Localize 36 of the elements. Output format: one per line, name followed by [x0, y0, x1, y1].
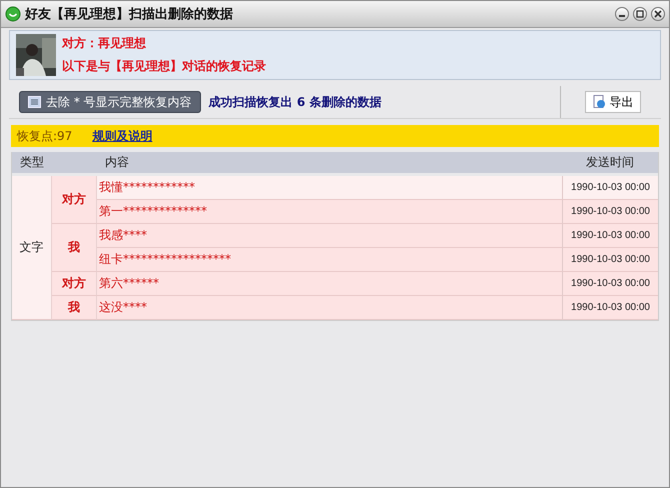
- close-icon: [654, 10, 662, 18]
- record-subtitle: 以下是与【再见理想】对话的恢复记录: [62, 58, 266, 75]
- table-cell[interactable]: 1990-10-03 00:00: [562, 176, 658, 200]
- contact-name: 对方：再见理想: [62, 35, 147, 52]
- column-header: 发送时间: [562, 152, 658, 173]
- table-cell[interactable]: 第六******: [97, 272, 562, 296]
- table-cell[interactable]: 1990-10-03 00:00: [562, 248, 658, 272]
- toggle-button[interactable]: 去除 * 号显示完整恢复内容: [19, 91, 201, 113]
- table-cell[interactable]: 我感****: [97, 224, 562, 248]
- table-cell[interactable]: 纽卡******************: [97, 248, 562, 272]
- table-cell[interactable]: 这没****: [97, 296, 562, 320]
- table-cell[interactable]: 1990-10-03 00:00: [562, 224, 658, 248]
- recovery-point: 恢复点:97: [17, 128, 72, 144]
- table-cell: 我: [52, 296, 97, 320]
- window-title: 好友【再见理想】扫描出删除的数据: [25, 6, 234, 23]
- maximize-button[interactable]: [633, 7, 647, 21]
- table-cell[interactable]: 1990-10-03 00:00: [562, 200, 658, 224]
- table-cell[interactable]: 我懂************: [97, 176, 562, 200]
- maximize-icon: [636, 10, 644, 18]
- status-text: 成功扫描恢复出 6 条删除的数据: [208, 94, 382, 110]
- table-cell: 文字: [12, 176, 52, 320]
- table-cell[interactable]: 第一**************: [97, 200, 562, 224]
- close-button[interactable]: [651, 7, 665, 21]
- list-icon: [28, 96, 41, 108]
- column-header: 类型: [12, 152, 97, 173]
- table-cell: 对方: [52, 272, 97, 296]
- table-cell: 我: [52, 224, 97, 272]
- column-header: 内容: [97, 152, 562, 173]
- table-cell: 对方: [52, 176, 97, 224]
- table-cell[interactable]: 1990-10-03 00:00: [562, 272, 658, 296]
- table-cell[interactable]: 1990-10-03 00:00: [562, 296, 658, 320]
- export-button[interactable]: 导出: [585, 91, 641, 113]
- document-icon: [592, 95, 606, 109]
- rules-link[interactable]: 规则及说明: [92, 128, 152, 144]
- chat-icon: [5, 6, 21, 22]
- minimize-button[interactable]: [615, 7, 629, 21]
